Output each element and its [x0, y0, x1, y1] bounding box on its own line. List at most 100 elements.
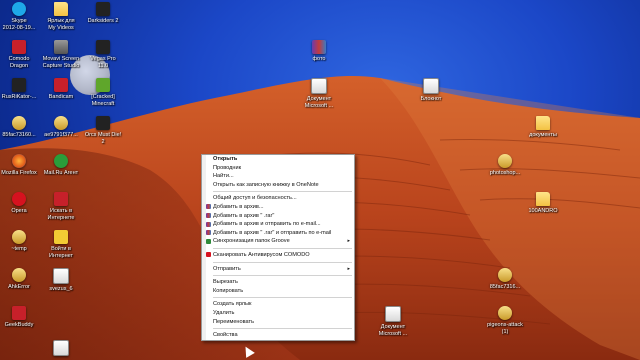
- menu-item-label: Вырезать: [213, 279, 238, 286]
- red-icon: [12, 306, 26, 320]
- avi-icon: [498, 268, 512, 282]
- doc-icon: [423, 78, 439, 94]
- desktop-icon[interactable]: Orcs Must Die! 2: [76, 116, 130, 145]
- winrar-icon: [206, 204, 211, 210]
- folder-icon: [536, 192, 550, 206]
- doc-icon: [53, 340, 69, 356]
- desktop-icon-label: Войти в Интернет: [49, 246, 73, 259]
- context-menu-item[interactable]: Найти...: [202, 172, 354, 181]
- desktop-icon[interactable]: Документ Microsoft ...: [292, 78, 346, 109]
- desktop-icon[interactable]: svezus_6: [34, 268, 88, 293]
- context-menu-item[interactable]: Свойства: [202, 331, 354, 340]
- winrar-icon: [312, 40, 326, 54]
- context-menu-item[interactable]: Сканировать Антивирусом COMODO: [202, 251, 354, 260]
- doc-icon: [53, 268, 69, 284]
- desktop-icon-label: Orcs Must Die! 2: [84, 132, 122, 145]
- avi-icon: [12, 116, 26, 130]
- context-menu-item[interactable]: Переименовать: [202, 318, 354, 327]
- desktop-icon-label: [Cracked] Minecraft: [91, 94, 115, 107]
- context-menu-item[interactable]: Добавить в архив...: [202, 203, 354, 212]
- winrar-icon: [206, 230, 211, 236]
- avi-icon: [498, 154, 512, 168]
- context-menu-item[interactable]: Удалить: [202, 309, 354, 318]
- desktop-icon[interactable]: Искать в Интернете: [34, 192, 88, 221]
- winrar-icon: [206, 221, 211, 227]
- menu-separator: [213, 261, 352, 263]
- desktop-icon[interactable]: документы: [516, 116, 570, 139]
- context-menu-item[interactable]: Проводник: [202, 164, 354, 173]
- menu-item-label: Переименовать: [213, 318, 255, 325]
- desktop-icon-label: Документ Microsoft ...: [304, 96, 334, 109]
- desktop-icon[interactable]: Документ Microsoft ...: [366, 306, 420, 337]
- desktop-icon[interactable]: Блокнот: [404, 78, 458, 103]
- desktop-icon-label: Mail.Ru Агент: [43, 170, 79, 176]
- mail-icon: [54, 154, 68, 168]
- red-icon: [54, 78, 68, 92]
- context-menu-item[interactable]: Добавить в архив " .rar": [202, 212, 354, 221]
- comodo-icon: [206, 252, 211, 258]
- context-menu-item[interactable]: Копировать: [202, 287, 354, 296]
- desktop-icon-label: Искать в Интернете: [47, 208, 75, 221]
- menu-item-label: Найти...: [213, 173, 234, 180]
- yellow-icon: [54, 230, 68, 244]
- menu-item-label: Добавить в архив " .rar" и отправить по …: [213, 229, 332, 236]
- desktop-icon-label: Darksiders 2: [87, 18, 119, 24]
- desktop-icon[interactable]: GeekBuddy: [0, 306, 46, 329]
- context-menu-item[interactable]: Добавить в архив и отправить по e-mail..…: [202, 220, 354, 229]
- desktop-icon[interactable]: фото: [292, 40, 346, 63]
- menu-item-label: Открыть как записную книжку в OneNote: [213, 181, 319, 188]
- folder-icon: [536, 116, 550, 130]
- desktop-icon[interactable]: Войти в Интернет: [34, 230, 88, 259]
- dark-icon: [96, 40, 110, 54]
- menu-item-label: Копировать: [213, 287, 244, 294]
- context-menu-item[interactable]: Вырезать: [202, 278, 354, 287]
- avi-icon: [12, 230, 26, 244]
- desktop-icon-label: Блокнот: [420, 96, 442, 102]
- context-menu-item[interactable]: Добавить в архив " .rar" и отправить по …: [202, 229, 354, 238]
- context-menu-item[interactable]: Синхронизация папок Groove ▸: [202, 237, 354, 246]
- desktop-icon[interactable]: Vegas Pro 11.0: [76, 40, 130, 69]
- desktop-icon-label: pigeons-attack (1): [487, 322, 523, 335]
- context-menu-item[interactable]: Отправить ▸: [202, 265, 354, 274]
- desktop-icon-label: Документ Microsoft ...: [378, 324, 408, 337]
- opera-icon: [12, 192, 26, 206]
- desktop-icon-label: GeekBuddy: [4, 322, 34, 328]
- firefox-icon: [12, 154, 26, 168]
- desktop-icon[interactable]: Mail.Ru Агент: [34, 154, 88, 177]
- menu-separator: [213, 247, 352, 249]
- desktop-icon[interactable]: 100ANDRO: [516, 192, 570, 215]
- desktop-icon[interactable]: [34, 340, 88, 358]
- menu-item-label: Добавить в архив и отправить по e-mail..…: [213, 221, 321, 228]
- menu-item-label: Открыть: [213, 156, 238, 162]
- green-icon: [96, 78, 110, 92]
- groove-icon: [206, 238, 211, 244]
- menu-item-label: Добавить в архив " .rar": [213, 212, 275, 219]
- desktop-icon-label: фото: [312, 56, 326, 62]
- context-menu-item[interactable]: Создать ярлык: [202, 300, 354, 309]
- menu-item-label: Добавить в архив...: [213, 203, 264, 210]
- context-menu-item[interactable]: Открыть как записную книжку в OneNote: [202, 181, 354, 190]
- dark-icon: [12, 78, 26, 92]
- desktop-icon-label: документы: [529, 132, 557, 138]
- desktop-icon-label: photoshop...: [489, 170, 521, 176]
- desktop-icon[interactable]: 85fac7316...: [478, 268, 532, 291]
- context-menu-item[interactable]: Открыть: [202, 155, 354, 164]
- avi-icon: [12, 268, 26, 282]
- context-menu: Открыть Проводник Найти... Открыть как запи…: [201, 154, 355, 341]
- desktop-icon[interactable]: photoshop...: [478, 154, 532, 177]
- menu-item-label: Отправить: [213, 265, 241, 272]
- desktop-icon[interactable]: pigeons-attack (1): [478, 306, 532, 335]
- dark-icon: [96, 116, 110, 130]
- desktop-icon-label: Vegas Pro 11.0: [90, 56, 116, 69]
- menu-item-label: Синхронизация папок Groove: [213, 238, 290, 245]
- menu-item-label: Создать ярлык: [213, 301, 252, 308]
- avi-icon: [498, 306, 512, 320]
- menu-separator: [213, 191, 352, 193]
- submenu-arrow-icon: ▸: [347, 238, 350, 245]
- menu-separator: [213, 328, 352, 330]
- menu-item-label: Сканировать Антивирусом COMODO: [213, 251, 310, 258]
- context-menu-item[interactable]: Общий доступ и безопасность...: [202, 194, 354, 203]
- doc-icon: [311, 78, 327, 94]
- desktop-icon[interactable]: [Cracked] Minecraft: [76, 78, 130, 107]
- desktop-icon[interactable]: Darksiders 2: [76, 2, 130, 25]
